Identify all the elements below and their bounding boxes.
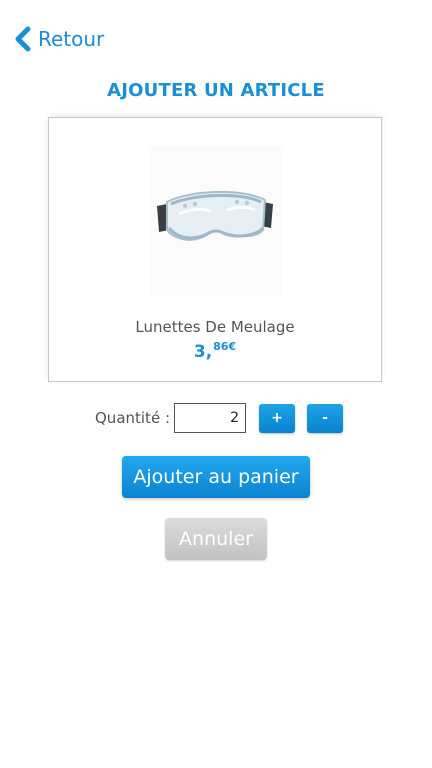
product-card: Lunettes De Meulage 3,86€ (48, 117, 382, 382)
quantity-input[interactable] (174, 403, 246, 433)
add-to-cart-button[interactable]: Ajouter au panier (122, 456, 310, 498)
price-integer: 3, (193, 342, 213, 362)
decrement-button[interactable]: - (307, 403, 343, 433)
back-button[interactable]: Retour (14, 26, 104, 52)
back-label: Retour (38, 27, 105, 51)
quantity-row: Quantité : + - (95, 403, 343, 433)
quantity-label: Quantité : (95, 409, 170, 427)
page-title: AJOUTER UN ARTICLE (107, 80, 325, 101)
increment-button[interactable]: + (259, 403, 295, 433)
product-name: Lunettes De Meulage (135, 318, 295, 336)
price-decimal: 86€ (213, 340, 237, 353)
cancel-button[interactable]: Annuler (165, 518, 267, 560)
safety-goggles-icon (149, 146, 283, 296)
chevron-left-icon (15, 26, 31, 52)
product-price: 3,86€ (49, 340, 381, 362)
